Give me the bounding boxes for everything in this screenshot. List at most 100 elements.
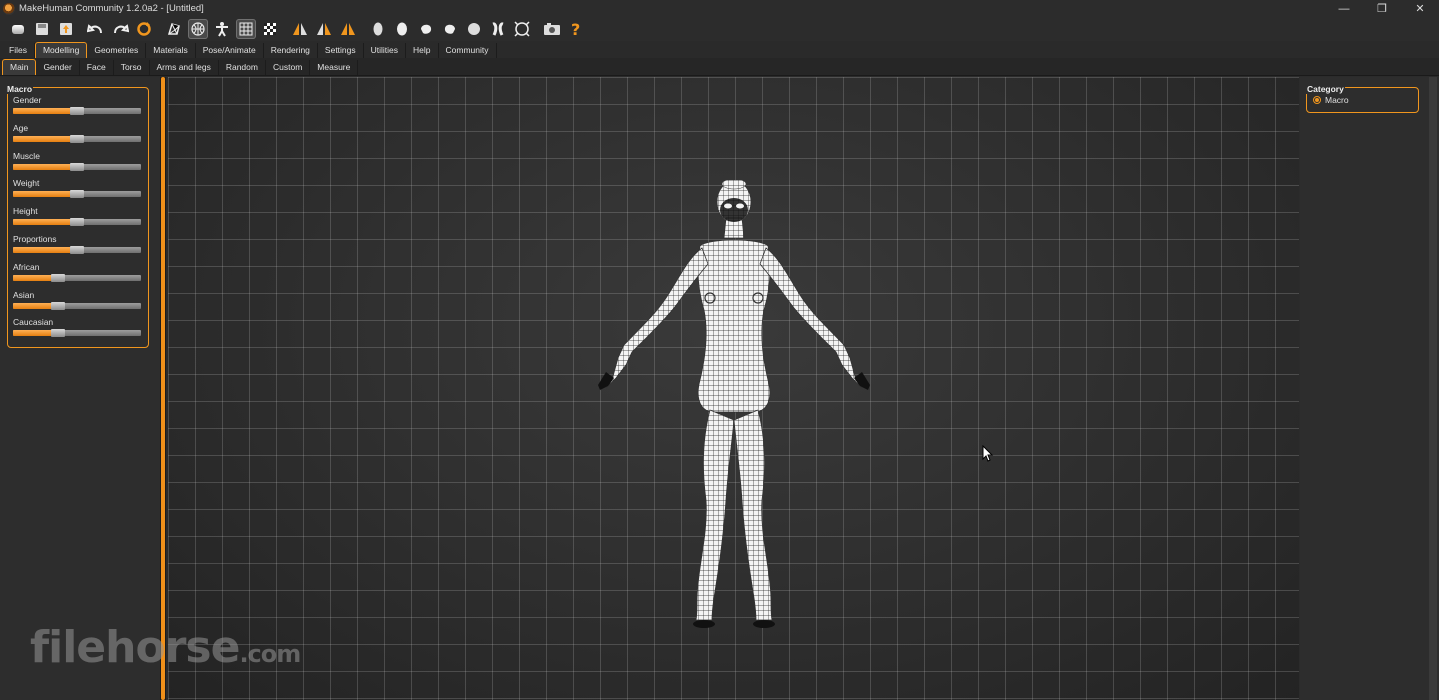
right-view-icon[interactable] <box>440 19 460 39</box>
slider-caucasian: Caucasian <box>13 317 143 338</box>
slider-track[interactable] <box>13 134 141 143</box>
slider-fill <box>13 219 77 226</box>
export-icon[interactable] <box>56 19 76 39</box>
slider-handle[interactable] <box>51 301 65 310</box>
tab-pose-animate[interactable]: Pose/Animate <box>196 43 264 58</box>
redo-icon[interactable] <box>110 19 130 39</box>
grid-icon[interactable] <box>236 19 256 39</box>
slider-handle[interactable] <box>70 218 84 227</box>
wireframe-icon[interactable] <box>188 19 208 39</box>
symmetry-icon[interactable] <box>338 19 358 39</box>
slider-label: Age <box>13 122 29 133</box>
slider-fill <box>13 247 77 253</box>
new-file-icon[interactable] <box>8 19 28 39</box>
slider-track[interactable] <box>13 329 141 338</box>
slider-asian: Asian <box>13 289 143 310</box>
category-title: Category <box>1306 84 1345 94</box>
main-toolbar: ? <box>0 17 1439 41</box>
bottom-view-icon[interactable] <box>488 19 508 39</box>
window-title: MakeHuman Community 1.2.0a2 - [Untitled] <box>19 3 204 14</box>
slider-handle[interactable] <box>70 107 84 115</box>
human-wireframe-model <box>598 180 870 628</box>
slider-fill <box>13 135 77 142</box>
slider-track[interactable] <box>13 107 141 115</box>
slider-track[interactable] <box>13 218 141 227</box>
slider-handle[interactable] <box>70 134 84 143</box>
tab-files[interactable]: Files <box>2 43 35 58</box>
slider-label: Proportions <box>13 234 57 244</box>
slider-fill <box>13 191 77 198</box>
symmetry-right-icon[interactable] <box>290 19 310 39</box>
subtab-face[interactable]: Face <box>80 60 114 75</box>
slider-muscle: Muscle <box>13 151 143 171</box>
slider-age: Age <box>13 122 143 143</box>
slider-gender: Gender <box>13 95 143 115</box>
slider-label: African <box>13 261 40 272</box>
subtab-torso[interactable]: Torso <box>114 60 150 75</box>
tab-community[interactable]: Community <box>439 43 497 58</box>
slider-handle[interactable] <box>70 246 84 254</box>
minimize-button[interactable]: — <box>1325 0 1363 17</box>
help-icon[interactable]: ? <box>566 19 586 39</box>
pose-icon[interactable] <box>212 19 232 39</box>
slider-track[interactable] <box>13 273 141 282</box>
tab-modelling[interactable]: Modelling <box>34 42 88 58</box>
subtab-arms-and-legs[interactable]: Arms and legs <box>150 60 219 75</box>
subtab-custom[interactable]: Custom <box>266 60 311 75</box>
slider-handle[interactable] <box>51 329 65 338</box>
slider-handle[interactable] <box>51 273 65 282</box>
left-view-icon[interactable] <box>416 19 436 39</box>
slider-track[interactable] <box>13 190 141 199</box>
slider-track[interactable] <box>13 301 141 310</box>
back-view-icon[interactable] <box>392 19 412 39</box>
tab-utilities[interactable]: Utilities <box>364 43 407 58</box>
radio-label: Macro <box>1325 95 1349 105</box>
slider-track[interactable] <box>13 246 141 254</box>
restore-button[interactable]: ❐ <box>1363 0 1401 17</box>
subtab-random[interactable]: Random <box>219 60 266 75</box>
save-icon[interactable] <box>32 19 52 39</box>
watermark-logo: filehorse.com <box>30 622 301 673</box>
smooth-icon[interactable] <box>164 19 184 39</box>
3d-viewport[interactable] <box>168 77 1299 700</box>
tab-help[interactable]: Help <box>406 43 439 58</box>
reset-camera-icon[interactable] <box>512 19 532 39</box>
tab-settings[interactable]: Settings <box>318 43 364 58</box>
undo-icon[interactable] <box>86 19 106 39</box>
slider-height: Height <box>13 206 143 227</box>
tab-rendering[interactable]: Rendering <box>264 43 318 58</box>
slider-handle[interactable] <box>70 162 84 171</box>
background-icon[interactable] <box>260 19 280 39</box>
sub-tab-bar: Main Gender Face Torso Arms and legs Ran… <box>0 58 1439 76</box>
subtab-measure[interactable]: Measure <box>310 60 359 75</box>
title-bar: MakeHuman Community 1.2.0a2 - [Untitled]… <box>0 0 1439 17</box>
category-option-macro[interactable]: Macro <box>1313 95 1349 105</box>
slider-african: African <box>13 261 143 282</box>
slider-fill <box>13 163 77 170</box>
slider-label: Asian <box>13 289 35 300</box>
radio-button[interactable] <box>1313 96 1321 104</box>
slider-label: Height <box>13 206 38 217</box>
tab-geometries[interactable]: Geometries <box>87 43 147 58</box>
slider-track[interactable] <box>13 162 141 171</box>
slider-label: Gender <box>13 95 42 105</box>
screenshot-icon[interactable] <box>542 19 562 39</box>
right-panel-scrollbar[interactable] <box>1429 77 1437 700</box>
svg-text:?: ? <box>571 21 580 37</box>
tab-materials[interactable]: Materials <box>146 43 196 58</box>
front-view-icon[interactable] <box>368 19 388 39</box>
close-button[interactable]: ✕ <box>1401 0 1439 17</box>
subtab-main[interactable]: Main <box>2 59 37 75</box>
top-view-icon[interactable] <box>464 19 484 39</box>
slider-label: Weight <box>13 178 40 189</box>
slider-proportions: Proportions <box>13 234 143 254</box>
reset-icon[interactable] <box>134 19 154 39</box>
main-tab-bar: Files Modelling Geometries Materials Pos… <box>0 41 1439 58</box>
window-controls: — ❐ ✕ <box>1325 0 1439 17</box>
subtab-gender[interactable]: Gender <box>36 60 80 75</box>
left-splitter[interactable] <box>160 77 166 700</box>
symmetry-left-icon[interactable] <box>314 19 334 39</box>
slider-handle[interactable] <box>70 190 84 199</box>
macro-group-title: Macro <box>6 84 34 94</box>
slider-label: Caucasian <box>13 317 54 328</box>
